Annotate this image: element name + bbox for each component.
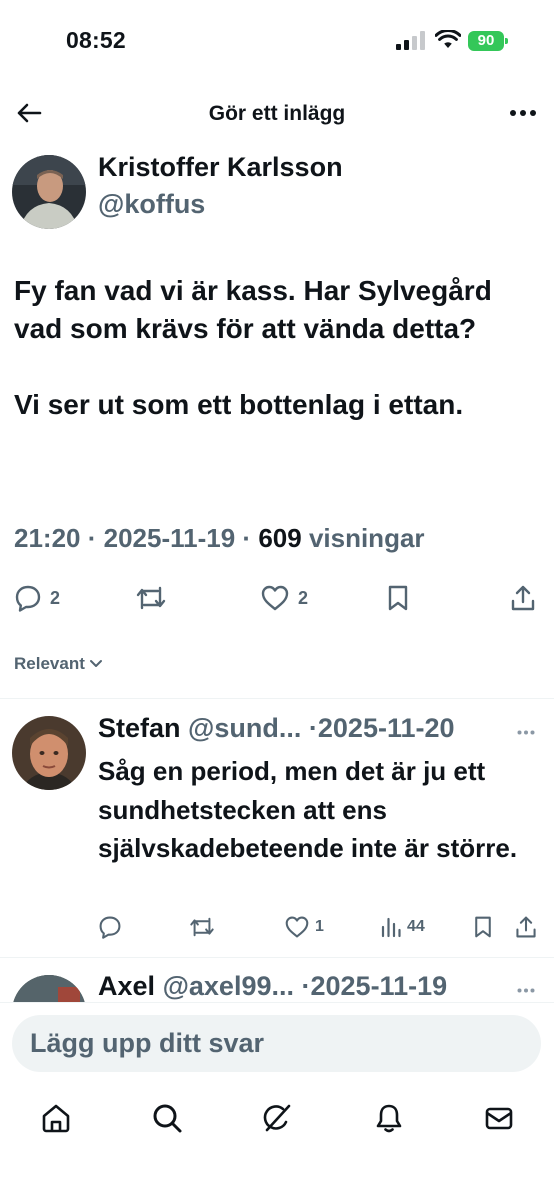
reply-icon: [99, 916, 121, 939]
tweet-meta: 21:20 · 2025-11-19 · 609 visningar: [14, 523, 425, 553]
reply-button[interactable]: 2: [14, 578, 60, 618]
tweet-date[interactable]: 2025-11-19: [104, 523, 236, 553]
nav-home[interactable]: [33, 1095, 79, 1141]
views-button[interactable]: 44: [380, 912, 425, 942]
status-bar: 08:52 90: [0, 0, 554, 80]
reply-header: Stefan @sund... ·2025-11-20: [98, 713, 455, 743]
reply-button[interactable]: [98, 912, 122, 942]
search-icon: [153, 1104, 182, 1133]
wifi-icon: [435, 30, 461, 48]
cellular-signal-icon: [396, 31, 426, 50]
grok-icon: [263, 1104, 291, 1132]
reply-header: Axel @axel99... ·2025-11-19: [98, 971, 448, 1001]
post-screen: 08:52 90 Gör ett inlägg Kristoffer Karls…: [0, 0, 554, 1200]
more-icon: [517, 730, 535, 734]
share-icon: [516, 916, 536, 938]
tweet-actions: 2 2: [0, 578, 554, 618]
views-label: visningar: [308, 523, 425, 553]
bookmark-icon: [388, 585, 408, 611]
avatar-image: [12, 155, 86, 229]
bookmark-button[interactable]: [472, 912, 494, 942]
author-avatar[interactable]: [12, 155, 86, 229]
tweet-text: Fy fan vad vi är kass. Har Sylvegård vad…: [14, 272, 539, 424]
status-time: 08:52: [66, 27, 126, 53]
reply-text: Såg en period, men det är ju ett sundhet…: [98, 756, 518, 863]
avatar-image: [12, 716, 86, 790]
reply-author-handle[interactable]: @axel99...: [163, 971, 294, 1001]
chevron-down-icon: [89, 660, 102, 667]
battery-level: 90: [468, 31, 504, 51]
share-icon: [511, 585, 535, 611]
reply-icon: [15, 585, 41, 612]
page-title: Gör ett inlägg: [208, 102, 346, 125]
reply-author-handle[interactable]: @sund...: [188, 713, 301, 743]
reply-input[interactable]: [12, 1015, 541, 1072]
reply-date[interactable]: 2025-11-19: [311, 971, 448, 1001]
nav-notifications[interactable]: [366, 1095, 412, 1141]
like-button[interactable]: 2: [260, 578, 308, 618]
author-name[interactable]: Kristoffer Karlsson: [98, 152, 343, 183]
views-count: 44: [407, 918, 425, 935]
share-button[interactable]: [514, 912, 538, 942]
more-icon: [517, 988, 535, 992]
share-button[interactable]: [509, 578, 537, 618]
reply-more-button[interactable]: [512, 718, 540, 746]
sort-label: Relevant: [14, 654, 85, 673]
header: Gör ett inlägg: [0, 90, 554, 138]
sort-dropdown[interactable]: Relevant: [14, 654, 103, 674]
reply-composer[interactable]: [12, 1015, 541, 1072]
like-count: 2: [298, 587, 309, 608]
repost-button[interactable]: [134, 578, 168, 618]
like-count: 1: [315, 918, 324, 935]
bottom-nav: [0, 1095, 554, 1141]
author-handle[interactable]: @koffus: [98, 189, 205, 220]
repost-icon: [190, 917, 214, 937]
reply-actions: 1 44: [98, 912, 554, 942]
nav-grok[interactable]: [254, 1095, 300, 1141]
heart-icon: [285, 916, 309, 938]
divider: [0, 957, 554, 958]
mail-icon: [485, 1107, 513, 1130]
views-count: 609: [258, 523, 302, 553]
tweet-paragraph: Fy fan vad vi är kass. Har Sylvegård vad…: [14, 275, 492, 344]
repost-button[interactable]: [188, 912, 216, 942]
tweet-time[interactable]: 21:20: [14, 523, 81, 553]
reply-author-name[interactable]: Axel: [98, 971, 155, 1001]
tweet-paragraph: Vi ser ut som ett bottenlag i ettan.: [14, 389, 464, 420]
repost-icon: [136, 586, 166, 610]
home-icon: [42, 1104, 70, 1133]
divider: [0, 698, 554, 699]
reply-date[interactable]: 2025-11-20: [318, 713, 455, 743]
views-chart-icon: [381, 917, 401, 938]
battery-icon: 90: [468, 31, 508, 51]
bookmark-button[interactable]: [385, 578, 411, 618]
like-button[interactable]: 1: [284, 912, 324, 942]
more-options-button[interactable]: [506, 96, 540, 130]
bell-icon: [376, 1104, 402, 1133]
reply-count: 2: [50, 587, 61, 608]
reply-more-button[interactable]: [512, 976, 540, 1004]
reply-avatar[interactable]: [12, 716, 86, 790]
bookmark-icon: [475, 916, 491, 938]
nav-messages[interactable]: [476, 1095, 522, 1141]
heart-icon: [261, 585, 289, 611]
more-icon: [510, 110, 536, 116]
reply-author-name[interactable]: Stefan: [98, 713, 181, 743]
nav-search[interactable]: [144, 1095, 190, 1141]
